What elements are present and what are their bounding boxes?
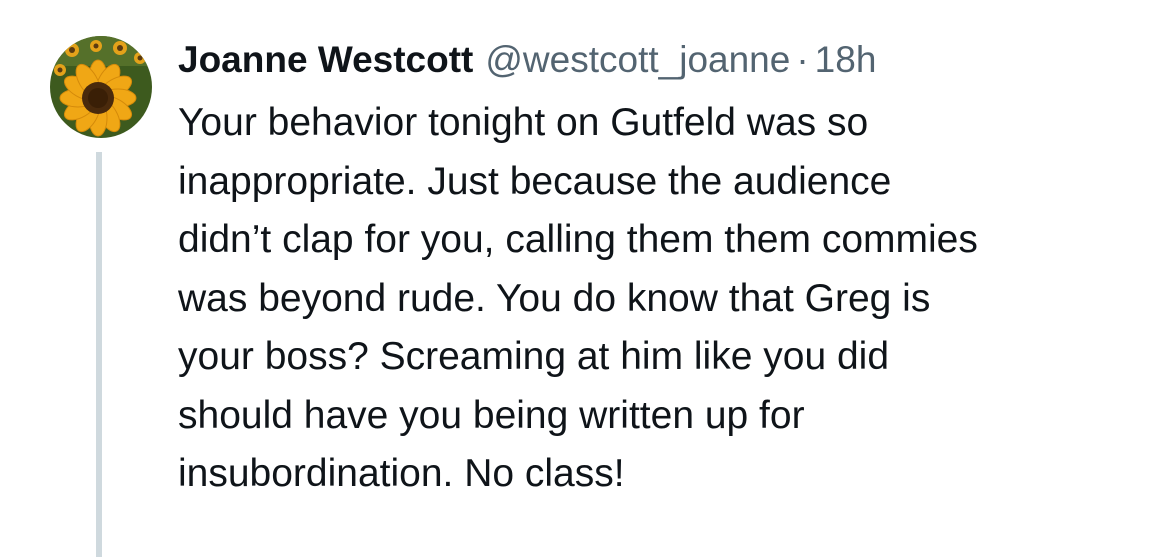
sunflower-avatar-icon: [50, 36, 152, 138]
thread-line: [96, 152, 102, 557]
tweet[interactable]: Joanne Westcott @westcott_joanne · 18h Y…: [0, 0, 1170, 557]
tweet-header: Joanne Westcott @westcott_joanne · 18h: [178, 36, 876, 84]
author-handle[interactable]: @westcott_joanne: [485, 36, 790, 84]
header-separator: ·: [796, 39, 809, 80]
author-display-name[interactable]: Joanne Westcott: [178, 36, 473, 84]
tweet-timestamp[interactable]: 18h: [815, 36, 877, 84]
author-avatar[interactable]: [50, 36, 152, 138]
tweet-text: Your behavior tonight on Gutfeld was so …: [178, 101, 978, 495]
